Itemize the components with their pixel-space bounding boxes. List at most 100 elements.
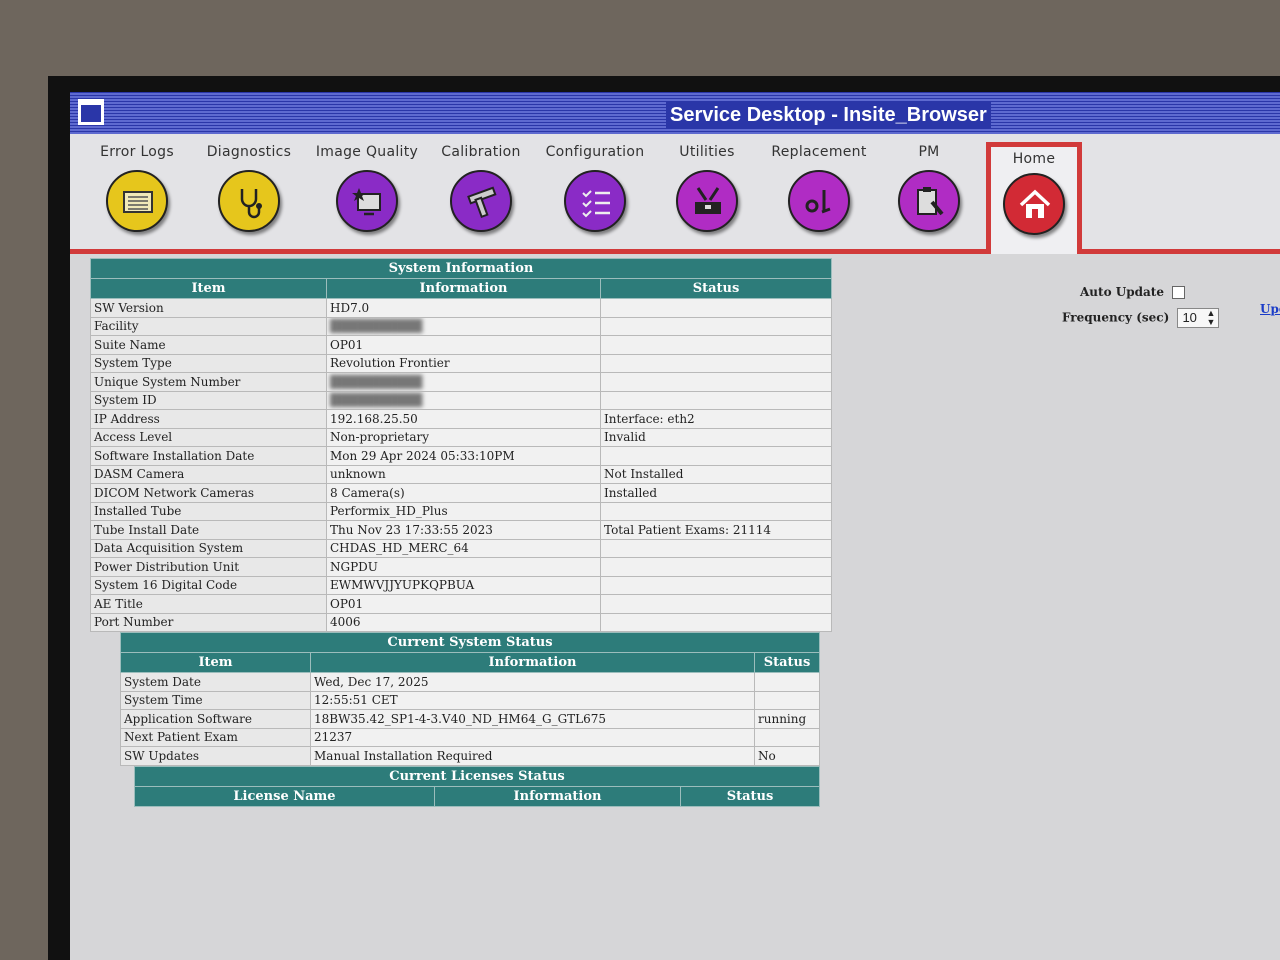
table-cell-info: HD7.0	[326, 298, 601, 318]
column-header-information: Information	[310, 652, 755, 673]
table-cell-item: SW Updates	[120, 746, 311, 766]
table-cell-item: Power Distribution Unit	[90, 557, 327, 577]
log-icon	[106, 170, 168, 232]
frequency-spinner[interactable]: 10 ▲ ▼	[1177, 308, 1220, 328]
toolbar-label: PM	[918, 144, 940, 160]
toolbar-replacement[interactable]: Replacement	[764, 144, 874, 244]
toolbar-label: Replacement	[771, 144, 867, 160]
current-system-status-table: Current System Status Item Information S…	[120, 632, 820, 766]
table-row: Port Number 4006	[90, 612, 832, 632]
table-cell-item: System ID	[90, 390, 327, 410]
table-cell-status: Not Installed	[600, 464, 832, 484]
toolbar-label: Home	[1012, 151, 1056, 167]
table-cell-status	[600, 575, 832, 595]
toolbar-pm[interactable]: PM	[874, 144, 984, 244]
toolbox-icon	[676, 170, 738, 232]
caliper-icon	[450, 170, 512, 232]
auto-update-label: Auto Update	[1080, 285, 1164, 299]
column-header-item: Item	[90, 278, 327, 299]
table-cell-status	[754, 672, 820, 692]
table-cell-info: 21237	[310, 727, 755, 747]
toolbar-error-logs[interactable]: Error Logs	[82, 144, 192, 244]
table-row: Next Patient Exam 21237	[120, 727, 820, 747]
table-cell-item: Access Level	[90, 427, 327, 447]
table-cell-info: Revolution Frontier	[326, 353, 601, 373]
home-icon	[1003, 173, 1065, 235]
redacted-value: ██████████	[330, 374, 423, 389]
auto-update-control: Auto Update	[1080, 285, 1186, 299]
table-cell-item: System Date	[120, 672, 311, 692]
table-row: DASM Camera unknown Not Installed	[90, 464, 832, 484]
table-row: System Time 12:55:51 CET	[120, 690, 820, 710]
toolbar-home[interactable]: Home	[986, 142, 1082, 254]
update-link[interactable]: Upd	[1260, 302, 1280, 316]
window-title: Service Desktop - Insite_Browser	[666, 102, 991, 128]
auto-update-checkbox[interactable]	[1172, 286, 1186, 299]
table-cell-status: Invalid	[600, 427, 832, 447]
spinner-arrows-icon[interactable]: ▲ ▼	[1207, 309, 1216, 327]
toolbar-label: Utilities	[679, 144, 735, 160]
table-row: Installed Tube Performix_HD_Plus	[90, 501, 832, 521]
column-header-information: Information	[326, 278, 601, 299]
table-cell-info: Mon 29 Apr 2024 05:33:10PM	[326, 446, 601, 466]
table-row: DICOM Network Cameras 8 Camera(s) Installe…	[90, 483, 832, 503]
table-row: System 16 Digital Code EWMWVJJYUPKQPBUA	[90, 575, 832, 595]
table-cell-status	[600, 612, 832, 632]
table-cell-info: 8 Camera(s)	[326, 483, 601, 503]
screen: Service Desktop - Insite_Browser Error L…	[70, 92, 1280, 960]
window-menu-icon[interactable]	[78, 99, 104, 125]
table-cell-info: ██████████	[326, 372, 601, 392]
table-cell-item: Installed Tube	[90, 501, 327, 521]
table-cell-status	[600, 446, 832, 466]
redacted-value: ██████████	[330, 393, 423, 408]
toolbar-label: Diagnostics	[206, 144, 292, 160]
frequency-label: Frequency (sec)	[1062, 310, 1170, 325]
toolbar-label: Image Quality	[315, 144, 419, 160]
table-cell-item: System Time	[120, 690, 311, 710]
table-cell-status	[600, 594, 832, 614]
table-cell-item: Unique System Number	[90, 372, 327, 392]
current-system-status-title: Current System Status	[120, 632, 820, 653]
system-information-title: System Information	[90, 258, 832, 279]
table-cell-info: Manual Installation Required	[310, 746, 755, 766]
checklist-icon	[564, 170, 626, 232]
table-cell-info: Wed, Dec 17, 2025	[310, 672, 755, 692]
toolbar-configuration[interactable]: Configuration	[540, 144, 650, 244]
table-cell-status: Total Patient Exams: 21114	[600, 520, 832, 540]
toolbar-calibration[interactable]: Calibration	[426, 144, 536, 244]
table-row: Access Level Non-proprietary Invalid	[90, 427, 832, 447]
table-cell-info: CHDAS_HD_MERC_64	[326, 538, 601, 558]
column-header-item: Item	[120, 652, 311, 673]
table-row: Application Software 18BW35.42_SP1-4-3.V4…	[120, 709, 820, 729]
table-cell-info: EWMWVJJYUPKQPBUA	[326, 575, 601, 595]
table-cell-status: No	[754, 746, 820, 766]
table-cell-info: 18BW35.42_SP1-4-3.V40_ND_HM64_G_GTL675	[310, 709, 755, 729]
table-cell-info: 4006	[326, 612, 601, 632]
table-cell-info: Thu Nov 23 17:33:55 2023	[326, 520, 601, 540]
toolbar-diagnostics[interactable]: Diagnostics	[194, 144, 304, 244]
table-cell-status	[600, 372, 832, 392]
table-cell-status	[600, 501, 832, 521]
table-row: Software Installation Date Mon 29 Apr 202…	[90, 446, 832, 466]
table-cell-status	[600, 316, 832, 336]
column-header-information: Information	[434, 785, 681, 807]
system-information-rows: SW Version HD7.0 Facility ██████████ Suite N…	[90, 298, 832, 632]
table-cell-info: Non-proprietary	[326, 427, 601, 447]
table-cell-item: System 16 Digital Code	[90, 575, 327, 595]
table-row: Power Distribution Unit NGPDU	[90, 557, 832, 577]
table-row: Facility ██████████	[90, 316, 832, 336]
toolbar-image-quality[interactable]: Image Quality	[312, 144, 422, 244]
table-cell-item: IP Address	[90, 409, 327, 429]
toolbar-utilities[interactable]: Utilities	[652, 144, 762, 244]
table-cell-item: SW Version	[90, 298, 327, 318]
current-licenses-status-title: Current Licenses Status	[134, 765, 820, 787]
table-cell-item: Data Acquisition System	[90, 538, 327, 558]
table-cell-item: DASM Camera	[90, 464, 327, 484]
table-cell-status	[600, 335, 832, 355]
table-cell-status	[600, 298, 832, 318]
table-cell-status	[600, 353, 832, 373]
table-row: System Date Wed, Dec 17, 2025	[120, 672, 820, 692]
table-cell-info: OP01	[326, 594, 601, 614]
table-row: System Type Revolution Frontier	[90, 353, 832, 373]
stethoscope-icon	[218, 170, 280, 232]
